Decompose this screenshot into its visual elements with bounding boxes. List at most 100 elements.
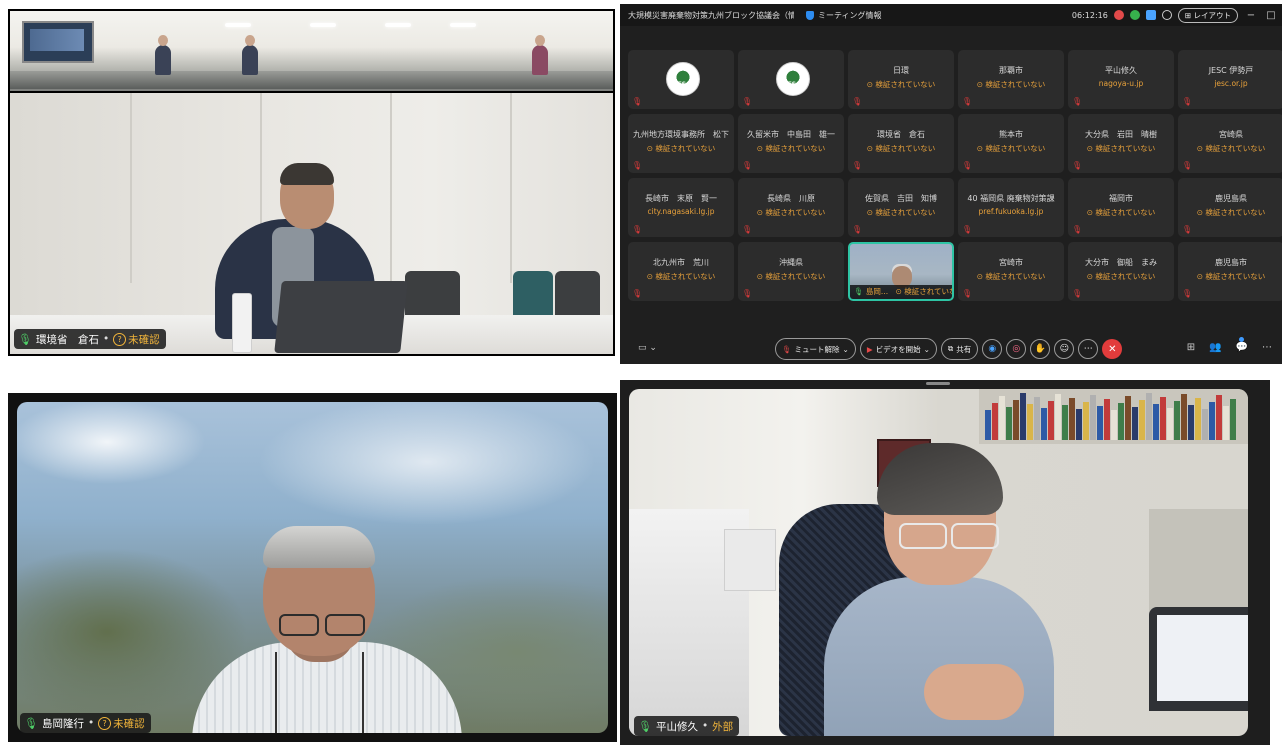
name-tag: 🎙 環境省 倉石 • ? 未確認: [14, 329, 166, 349]
book: [999, 396, 1005, 440]
unmute-button[interactable]: 🎙 ミュート解除 ⌄: [775, 338, 856, 360]
start-video-label: ビデオを開始: [875, 344, 921, 354]
tile-status: ⊙ 検証されていない: [646, 144, 716, 153]
book: [1034, 397, 1040, 440]
reactions-icon[interactable]: ☺: [1054, 339, 1075, 359]
ai-assistant-icon[interactable]: ◉: [982, 339, 1003, 359]
panorama-strip: [10, 11, 613, 91]
participant-figure: [242, 35, 258, 75]
layout-button[interactable]: ⊞ レイアウト: [1177, 7, 1238, 23]
muted-mic-icon: 🎙: [742, 161, 753, 170]
status-text: 外部: [712, 720, 734, 733]
book: [1202, 409, 1208, 440]
participant-tile[interactable]: 🎙 島岡... ⊙ 検証されていない: [848, 242, 954, 301]
tile-status: ⊙ 検証されていない: [1196, 144, 1266, 153]
book: [1076, 409, 1082, 440]
participant-tile[interactable]: 長崎県 川原 ⊙ 検証されていない 🎙: [738, 178, 844, 237]
chat-icon[interactable]: 💬: [1236, 342, 1248, 353]
tile-status: 島岡... ⊙ 検証されていない: [865, 287, 952, 296]
muted-mic-icon: 🎙: [1182, 225, 1193, 234]
participant-tile[interactable]: 長崎市 末原 賢一 city.nagasaki.lg.jp 🎙: [628, 178, 734, 237]
participant-tile[interactable]: JESC 🎙: [738, 50, 844, 109]
participant-tile[interactable]: JESC 伊勢戸 jesc.or.jp 🎙: [1178, 50, 1282, 109]
participant-tile[interactable]: 環境省 倉石 ⊙ 検証されていない 🎙: [848, 114, 954, 173]
printer-panel: [724, 529, 776, 591]
external-status: 外部: [712, 719, 733, 734]
logo-text: JESC: [675, 81, 691, 88]
book: [1139, 400, 1145, 440]
participant-tile[interactable]: 宮崎市 ⊙ 検証されていない 🎙: [958, 242, 1064, 301]
participant-tile[interactable]: 大分県 岩田 晴樹 ⊙ 検証されていない 🎙: [1068, 114, 1174, 173]
muted-mic-icon: 🎙: [742, 289, 753, 298]
control-bar: ▭ ⌄ 🎙 ミュート解除 ⌄ ▶ ビデオを開始 ⌄ ⧉ 共有 ◉ ◎ ✋ ☺ ⋯…: [620, 334, 1282, 364]
book: [1209, 402, 1215, 440]
device-icon[interactable]: [1145, 10, 1156, 20]
book: [1153, 404, 1159, 440]
participants-icon[interactable]: 👥: [1209, 342, 1221, 353]
maximize-icon[interactable]: □: [1264, 10, 1278, 21]
drag-handle[interactable]: [926, 382, 950, 385]
apps-icon[interactable]: ⊞: [1187, 342, 1195, 353]
laptop: [1149, 607, 1248, 711]
book: [1181, 394, 1187, 440]
book: [1174, 401, 1180, 440]
participant-tile[interactable]: 鹿児島県 ⊙ 検証されていない 🎙: [1178, 178, 1282, 237]
tile-status: ⊙ 検証されていない: [976, 80, 1046, 89]
logo-text: JESC: [785, 81, 801, 88]
tile-status: jesc.or.jp: [1214, 79, 1248, 88]
tile-status: ⊙ 検証されていない: [976, 272, 1046, 281]
participant-tile[interactable]: 熊本市 ⊙ 検証されていない 🎙: [958, 114, 1064, 173]
participant-tile[interactable]: 日環 ⊙ 検証されていない 🎙: [848, 50, 954, 109]
muted-mic-icon: 🎙: [1182, 97, 1193, 106]
book: [1055, 394, 1061, 440]
participant-tile[interactable]: 大分市 御船 まみ ⊙ 検証されていない 🎙: [1068, 242, 1174, 301]
more-icon[interactable]: ⋯: [1262, 342, 1272, 353]
participant-hands: [924, 664, 1024, 720]
panorama-desk: [10, 71, 613, 89]
participant-tile[interactable]: 福岡市 ⊙ 検証されていない 🎙: [1068, 178, 1174, 237]
muted-mic-icon: 🎙: [742, 97, 753, 106]
muted-mic-icon: 🎙: [782, 344, 792, 354]
participant-tile[interactable]: 九州地方環境事務所 松下 ⊙ 検証されていない 🎙: [628, 114, 734, 173]
microphone-icon: 🎙: [24, 716, 38, 730]
participant-tile[interactable]: 佐賀県 吉田 知博 ⊙ 検証されていない 🎙: [848, 178, 954, 237]
tile-status: pref.fukuoka.lg.jp: [978, 207, 1044, 216]
connection-icon[interactable]: [1129, 10, 1140, 20]
main-camera-view: [10, 93, 613, 354]
muted-mic-icon: 🎙: [962, 289, 973, 298]
raise-hand-icon[interactable]: ✋: [1030, 339, 1051, 359]
unmute-label: ミュート解除: [794, 344, 840, 354]
participant-tile[interactable]: 宮崎県 ⊙ 検証されていない 🎙: [1178, 114, 1282, 173]
share-icon: ⧉: [947, 344, 954, 353]
tile-name: 長崎市 末原 賢一: [645, 194, 717, 203]
record-button-icon[interactable]: ◎: [1006, 339, 1027, 359]
more-options-icon[interactable]: ⋯: [1078, 339, 1099, 359]
meeting-info-button[interactable]: ミーティング情報: [806, 10, 882, 21]
start-video-button[interactable]: ▶ ビデオを開始 ⌄: [859, 338, 937, 360]
blurred-background: [17, 402, 608, 733]
participant-tile[interactable]: 平山修久 nagoya-u.jp 🎙: [1068, 50, 1174, 109]
minimize-icon[interactable]: −: [1244, 10, 1258, 21]
tile-name: 宮崎市: [999, 258, 1023, 267]
muted-mic-icon: 🎙: [632, 97, 643, 106]
share-button[interactable]: ⧉ 共有: [940, 338, 979, 360]
participant-tile[interactable]: 鹿児島市 ⊙ 検証されていない 🎙: [1178, 242, 1282, 301]
book: [1111, 410, 1117, 440]
participant-grid: JESC 🎙 JESC 🎙 日環 ⊙ 検証されていない 🎙 那覇市 ⊙ 検証されていない 🎙 平山修…: [628, 50, 1282, 302]
book: [1104, 399, 1110, 440]
record-icon[interactable]: [1113, 10, 1124, 20]
participant-tile[interactable]: 沖縄県 ⊙ 検証されていない 🎙: [738, 242, 844, 301]
title-bar-right: 06:12:16 ⊞ レイアウト − □: [1072, 4, 1278, 26]
separator-dot: •: [701, 720, 709, 732]
participant-tile[interactable]: 那覇市 ⊙ 検証されていない 🎙: [958, 50, 1064, 109]
participant-tile[interactable]: 北九州市 荒川 ⊙ 検証されていない 🎙: [628, 242, 734, 301]
end-call-icon[interactable]: ✕: [1102, 339, 1123, 359]
participant-tile[interactable]: 40 福岡県 廃棄物対策課 pref.fukuoka.lg.jp 🎙: [958, 178, 1064, 237]
search-icon[interactable]: [1161, 10, 1172, 20]
tile-name: 九州地方環境事務所 松下: [633, 130, 729, 139]
chat-toggle[interactable]: ▭ ⌄: [638, 343, 657, 353]
participant-tile[interactable]: 久留米市 中島田 雄一 ⊙ 検証されていない 🎙: [738, 114, 844, 173]
participant-tile[interactable]: JESC 🎙: [628, 50, 734, 109]
tile-status: nagoya-u.jp: [1098, 79, 1144, 88]
tile-name: 大分市 御船 まみ: [1085, 258, 1157, 267]
